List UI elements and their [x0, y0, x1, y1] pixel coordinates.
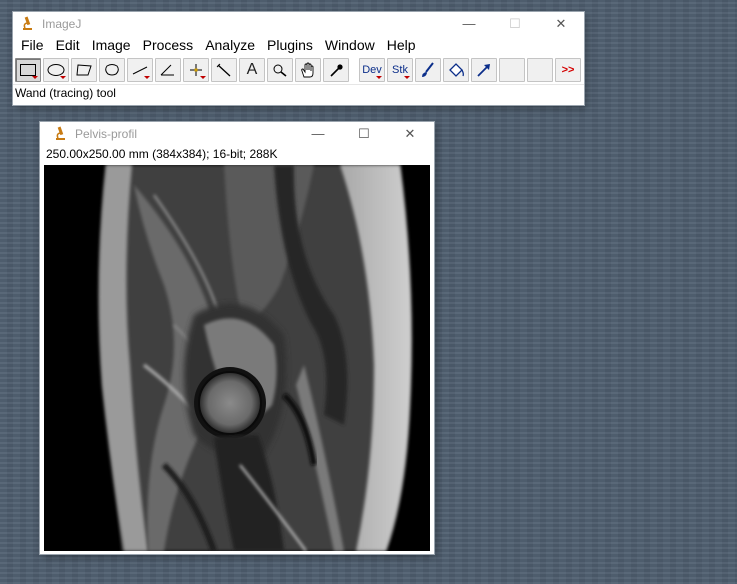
text-tool-glyph: A	[246, 61, 258, 78]
minimize-button[interactable]: —	[295, 122, 341, 145]
dev-label: Dev	[362, 64, 382, 76]
empty-tool-slot-1[interactable]	[499, 58, 525, 82]
wand-icon	[216, 63, 231, 77]
point-tool-button[interactable]	[183, 58, 209, 82]
arrow-tool-button[interactable]	[471, 58, 497, 82]
magnifier-tool-button[interactable]	[267, 58, 293, 82]
menu-bar: File Edit Image Process Analyze Plugins …	[13, 35, 584, 56]
close-button[interactable]: ✕	[387, 122, 433, 145]
dropdown-indicator-icon	[32, 76, 38, 79]
polygon-tool-button[interactable]	[71, 58, 97, 82]
rectangle-tool-button[interactable]	[15, 58, 41, 82]
magnifier-icon	[273, 64, 287, 77]
menu-window[interactable]: Window	[319, 35, 381, 56]
stk-label: Stk	[392, 64, 408, 76]
microscope-icon	[52, 126, 68, 142]
dropdown-indicator-icon	[376, 76, 382, 79]
freehand-tool-button[interactable]	[99, 58, 125, 82]
stack-tools-button[interactable]: Stk	[387, 58, 413, 82]
status-bar: Wand (tracing) tool	[13, 84, 584, 102]
close-button[interactable]: ✕	[538, 12, 584, 35]
image-window-titlebar[interactable]: Pelvis-profil — ☐ ✕	[40, 122, 434, 145]
developer-menu-button[interactable]: Dev	[359, 58, 385, 82]
flood-fill-tool-button[interactable]	[443, 58, 469, 82]
mri-pelvis-image	[44, 165, 430, 551]
imagej-window: ImageJ — ☐ ✕ File Edit Image Process Ana…	[13, 12, 584, 105]
dropdown-indicator-icon	[144, 76, 150, 79]
empty-tool-slot-2[interactable]	[527, 58, 553, 82]
tool-bar: A Dev Stk >>	[13, 56, 584, 84]
menu-plugins[interactable]: Plugins	[261, 35, 319, 56]
brush-tool-button[interactable]	[415, 58, 441, 82]
dropdown-indicator-icon	[60, 76, 66, 79]
image-window-controls: — ☐ ✕	[295, 122, 433, 145]
menu-process[interactable]: Process	[137, 35, 200, 56]
image-window-title: Pelvis-profil	[75, 126, 138, 141]
hand-icon	[301, 62, 314, 78]
maximize-button[interactable]: ☐	[341, 122, 387, 145]
crosshair-icon	[190, 64, 202, 76]
menu-help[interactable]: Help	[381, 35, 422, 56]
rectangle-icon	[20, 64, 36, 76]
freehand-icon	[105, 64, 119, 76]
line-icon	[132, 66, 148, 75]
menu-analyze[interactable]: Analyze	[199, 35, 261, 56]
text-tool-button[interactable]: A	[239, 58, 265, 82]
maximize-button: ☐	[509, 15, 521, 31]
angle-tool-button[interactable]	[155, 58, 181, 82]
imagej-titlebar[interactable]: ImageJ — ☐ ✕	[13, 12, 584, 35]
scroll-tool-button[interactable]	[295, 58, 321, 82]
dropdown-indicator-icon	[404, 76, 410, 79]
minimize-button[interactable]: —	[446, 12, 492, 35]
more-tools-label: >>	[561, 64, 575, 76]
more-tools-button[interactable]: >>	[555, 58, 581, 82]
dropdown-indicator-icon	[200, 76, 206, 79]
angle-icon	[160, 64, 174, 76]
menu-edit[interactable]: Edit	[50, 35, 86, 56]
polygon-icon	[76, 64, 92, 76]
wand-tool-button[interactable]	[211, 58, 237, 82]
arrow-icon	[477, 64, 490, 77]
menu-file[interactable]: File	[15, 35, 50, 56]
imagej-title: ImageJ	[42, 16, 82, 31]
imagej-window-controls: — ☐ ✕	[446, 12, 584, 35]
eyedropper-icon	[330, 64, 343, 77]
image-window: Pelvis-profil — ☐ ✕ 250.00x250.00 mm (38…	[40, 122, 434, 554]
image-canvas[interactable]	[44, 165, 430, 551]
microscope-icon	[19, 16, 35, 32]
line-tool-button[interactable]	[127, 58, 153, 82]
oval-icon	[47, 64, 65, 76]
menu-image[interactable]: Image	[86, 35, 137, 56]
oval-tool-button[interactable]	[43, 58, 69, 82]
image-info: 250.00x250.00 mm (384x384); 16-bit; 288K	[46, 147, 278, 161]
color-picker-tool-button[interactable]	[323, 58, 349, 82]
paint-bucket-icon	[449, 63, 464, 77]
brush-icon	[422, 62, 434, 77]
